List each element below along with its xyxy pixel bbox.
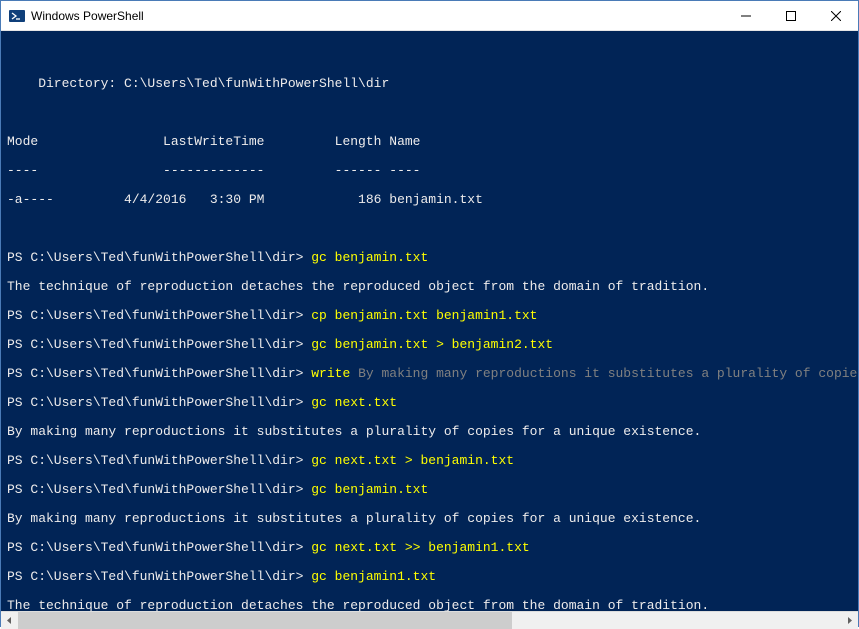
- window-controls: [723, 1, 858, 30]
- scroll-left-button[interactable]: [1, 612, 18, 629]
- prompt-line: PS C:\Users\Ted\funWithPowerShell\dir> g…: [7, 251, 852, 266]
- window-titlebar: Windows PowerShell: [1, 1, 858, 31]
- prompt-line: PS C:\Users\Ted\funWithPowerShell\dir> g…: [7, 454, 852, 469]
- prompt: PS C:\Users\Ted\funWithPowerShell\dir>: [7, 250, 311, 265]
- output-line: The technique of reproduction detaches t…: [7, 280, 852, 295]
- command: cp benjamin.txt benjamin1.txt: [311, 308, 537, 323]
- command: gc next.txt >> benjamin1.txt: [311, 540, 529, 555]
- column-header: Mode LastWriteTime Length Name: [7, 135, 852, 150]
- prompt: PS C:\Users\Ted\funWithPowerShell\dir>: [7, 308, 311, 323]
- prompt-line: PS C:\Users\Ted\funWithPowerShell\dir> g…: [7, 483, 852, 498]
- command: gc next.txt > benjamin.txt: [311, 453, 514, 468]
- command: gc benjamin.txt: [311, 250, 428, 265]
- output-line: By making many reproductions it substitu…: [7, 425, 852, 440]
- scrollbar-track[interactable]: [18, 612, 841, 629]
- window-title: Windows PowerShell: [31, 9, 723, 23]
- prompt-line: PS C:\Users\Ted\funWithPowerShell\dir> g…: [7, 338, 852, 353]
- output-line: The technique of reproduction detaches t…: [7, 599, 852, 612]
- prompt: PS C:\Users\Ted\funWithPowerShell\dir>: [7, 453, 311, 468]
- prompt-line: PS C:\Users\Ted\funWithPowerShell\dir> g…: [7, 541, 852, 556]
- prompt: PS C:\Users\Ted\funWithPowerShell\dir>: [7, 540, 311, 555]
- command-tail: By making many reproductions it substitu…: [358, 366, 858, 381]
- prompt: PS C:\Users\Ted\funWithPowerShell\dir>: [7, 337, 311, 352]
- prompt: PS C:\Users\Ted\funWithPowerShell\dir>: [7, 482, 311, 497]
- scroll-right-button[interactable]: [841, 612, 858, 629]
- prompt: PS C:\Users\Ted\funWithPowerShell\dir>: [7, 569, 311, 584]
- command: gc benjamin1.txt: [311, 569, 436, 584]
- directory-header: Directory: C:\Users\Ted\funWithPowerShel…: [7, 77, 852, 92]
- command: gc next.txt: [311, 395, 397, 410]
- horizontal-scrollbar[interactable]: [1, 611, 858, 628]
- maximize-button[interactable]: [768, 1, 813, 30]
- prompt-line: PS C:\Users\Ted\funWithPowerShell\dir> w…: [7, 367, 852, 382]
- prompt-line: PS C:\Users\Ted\funWithPowerShell\dir> g…: [7, 396, 852, 411]
- prompt: PS C:\Users\Ted\funWithPowerShell\dir>: [7, 366, 311, 381]
- column-divider: ---- ------------- ------ ----: [7, 164, 852, 179]
- powershell-icon: [9, 8, 25, 24]
- minimize-button[interactable]: [723, 1, 768, 30]
- output-line: By making many reproductions it substitu…: [7, 512, 852, 527]
- console-output[interactable]: Directory: C:\Users\Ted\funWithPowerShel…: [1, 31, 858, 611]
- prompt-line: PS C:\Users\Ted\funWithPowerShell\dir> c…: [7, 309, 852, 324]
- prompt-line: PS C:\Users\Ted\funWithPowerShell\dir> g…: [7, 570, 852, 585]
- command: gc benjamin.txt: [311, 482, 428, 497]
- command: gc benjamin.txt > benjamin2.txt: [311, 337, 553, 352]
- command: write: [311, 366, 358, 381]
- prompt: PS C:\Users\Ted\funWithPowerShell\dir>: [7, 395, 311, 410]
- file-row: -a---- 4/4/2016 3:30 PM 186 benjamin.txt: [7, 193, 852, 208]
- scrollbar-thumb[interactable]: [18, 612, 512, 629]
- close-button[interactable]: [813, 1, 858, 30]
